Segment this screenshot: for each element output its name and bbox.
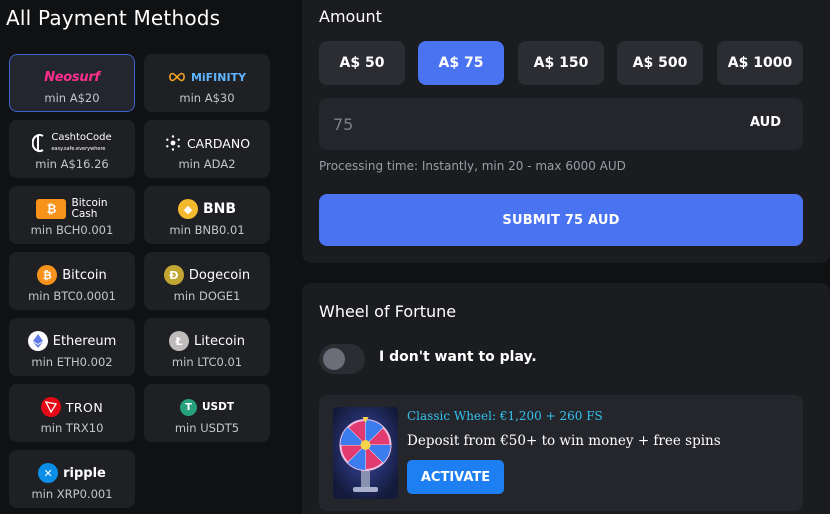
cardano-icon xyxy=(166,135,180,151)
bitcoin-logo: ₿ Bitcoin xyxy=(10,264,134,286)
infinity-icon xyxy=(169,72,185,82)
currency-label: AUD xyxy=(749,115,781,130)
method-min: min ETH0.002 xyxy=(31,355,113,369)
payment-method-cashtocode[interactable]: CashtoCode easy.safe.everywhere min A$16… xyxy=(9,120,135,178)
method-min: min LTC0.01 xyxy=(171,355,243,369)
method-name: TRON xyxy=(65,399,104,415)
payment-method-ethereum[interactable]: Ethereum min ETH0.002 xyxy=(9,318,135,376)
method-min: min DOGE1 xyxy=(173,289,241,303)
method-name: ripple xyxy=(63,465,106,481)
payment-method-neosurf[interactable]: Neosurf min A$20 xyxy=(9,54,135,112)
wheel-of-fortune-image xyxy=(333,407,398,499)
payment-methods-panel: All Payment Methods Neosurf min A$20 MiF… xyxy=(0,0,290,514)
method-name: Ethereum xyxy=(52,333,117,349)
amount-preset-1000[interactable]: A$ 1000 xyxy=(717,41,803,85)
method-min: min BNB0.01 xyxy=(169,223,245,237)
method-name-line2: Cash xyxy=(71,208,98,220)
bitcoin-icon: ₿ xyxy=(37,265,58,285)
amount-input-container: AUD xyxy=(319,98,803,150)
method-min: min BTC0.0001 xyxy=(28,289,116,303)
method-name: CashtoCode xyxy=(51,131,112,143)
payment-methods-title: All Payment Methods xyxy=(6,6,221,30)
payment-method-tron[interactable]: TRON min TRX10 xyxy=(9,384,135,442)
neosurf-logo: Neosurf xyxy=(10,66,134,88)
cashtocode-icon xyxy=(32,134,44,152)
bnb-icon: ◆ xyxy=(177,199,198,219)
amount-preset-50[interactable]: A$ 50 xyxy=(319,41,405,85)
payment-method-litecoin[interactable]: Ł Litecoin min LTC0.01 xyxy=(144,318,270,376)
method-min: min TRX10 xyxy=(40,421,104,435)
method-name-block: Bitcoin Cash xyxy=(71,198,107,220)
payment-method-cardano[interactable]: CARDANO min ADA2 xyxy=(144,120,270,178)
ripple-logo: ✕ ripple xyxy=(10,462,134,484)
payment-method-usdt[interactable]: T USDT min USDT5 xyxy=(144,384,270,442)
method-name: Litecoin xyxy=(194,333,245,349)
method-name: Dogecoin xyxy=(188,267,251,283)
payment-method-mifinity[interactable]: MiFINITY min A$30 xyxy=(144,54,270,112)
no-play-toggle[interactable] xyxy=(319,344,365,374)
payment-method-bitcoin-cash[interactable]: ₿ Bitcoin Cash min BCH0.001 xyxy=(9,186,135,244)
method-tagline: easy.safe.everywhere xyxy=(51,145,106,152)
usdt-logo: T USDT xyxy=(145,396,269,418)
toggle-knob xyxy=(323,348,345,370)
bnb-logo: ◆ BNB xyxy=(145,198,269,220)
method-name: BNB xyxy=(202,201,237,217)
amount-preset-150[interactable]: A$ 150 xyxy=(518,41,604,85)
method-name: Bitcoin xyxy=(62,267,107,283)
amount-title: Amount xyxy=(319,7,382,26)
payment-method-ripple[interactable]: ✕ ripple min XRP0.001 xyxy=(9,450,135,508)
litecoin-icon: Ł xyxy=(169,331,190,351)
tether-icon: T xyxy=(180,398,198,416)
method-name: MiFINITY xyxy=(190,70,247,84)
payment-method-bitcoin[interactable]: ₿ Bitcoin min BTC0.0001 xyxy=(9,252,135,310)
method-min: min A$20 xyxy=(44,91,100,105)
processing-time-text: Processing time: Instantly, min 20 - max… xyxy=(319,159,626,173)
mifinity-logo: MiFINITY xyxy=(145,66,269,88)
method-min: min USDT5 xyxy=(174,421,240,435)
method-min: min A$30 xyxy=(179,91,235,105)
method-min: min A$16.26 xyxy=(35,157,109,171)
cardano-logo: CARDANO xyxy=(145,132,269,154)
offer-description: Deposit from €50+ to win money + free sp… xyxy=(407,433,721,449)
no-play-label: I don't want to play. xyxy=(379,349,537,365)
tron-logo: TRON xyxy=(10,396,134,418)
bitcoin-cash-logo: ₿ Bitcoin Cash xyxy=(10,198,134,220)
amount-input[interactable] xyxy=(333,98,713,150)
ethereum-logo: Ethereum xyxy=(10,330,134,352)
dogecoin-icon: Ð xyxy=(163,265,184,285)
bitcoin-cash-icon: ₿ xyxy=(36,199,67,219)
method-name: Neosurf xyxy=(44,69,100,85)
wheel-title: Wheel of Fortune xyxy=(319,302,457,321)
payment-method-dogecoin[interactable]: Ð Dogecoin min DOGE1 xyxy=(144,252,270,310)
method-name: USDT xyxy=(202,401,234,413)
method-min: min ADA2 xyxy=(178,157,236,171)
cashtocode-logo: CashtoCode easy.safe.everywhere xyxy=(10,132,134,154)
method-min: min BCH0.001 xyxy=(30,223,114,237)
method-name-block: CashtoCode easy.safe.everywhere xyxy=(51,131,112,154)
method-name: CARDANO xyxy=(186,135,251,151)
submit-button[interactable]: SUBMIT 75 AUD xyxy=(319,194,803,246)
ethereum-icon xyxy=(27,331,48,351)
offer-title: Classic Wheel: €1,200 + 260 FS xyxy=(407,409,603,423)
amount-preset-75[interactable]: A$ 75 xyxy=(418,41,504,85)
tron-icon xyxy=(40,397,61,417)
method-min: min XRP0.001 xyxy=(31,487,113,501)
activate-button[interactable]: ACTIVATE xyxy=(407,460,504,494)
ripple-icon: ✕ xyxy=(38,463,59,483)
payment-method-bnb[interactable]: ◆ BNB min BNB0.01 xyxy=(144,186,270,244)
litecoin-logo: Ł Litecoin xyxy=(145,330,269,352)
dogecoin-logo: Ð Dogecoin xyxy=(145,264,269,286)
amount-preset-500[interactable]: A$ 500 xyxy=(617,41,703,85)
